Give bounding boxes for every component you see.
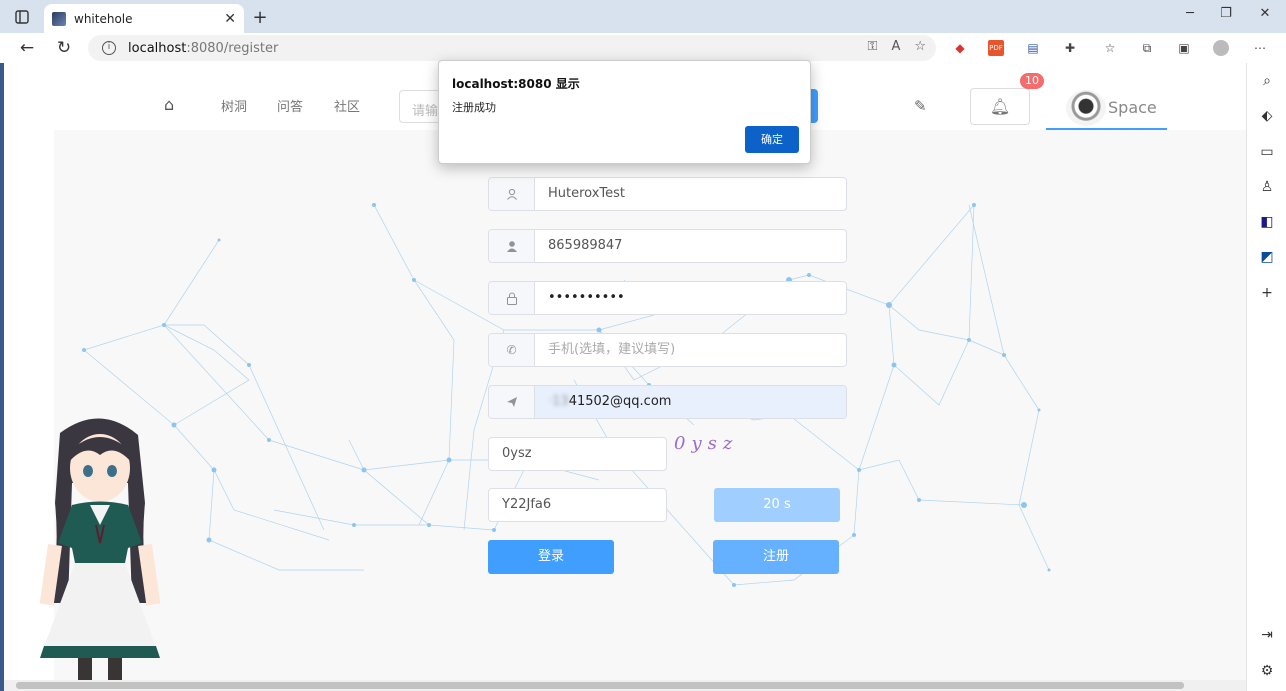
user-avatar bbox=[1066, 89, 1106, 126]
browser-window: whitehole ✕ + ─ ❐ ✕ ← ↻ i localhost:8080… bbox=[0, 0, 1286, 691]
address-bar[interactable]: i localhost:8080/register ⚿ A ☆ bbox=[88, 35, 936, 61]
email-blurred-part: ·13 bbox=[548, 394, 569, 409]
profile-avatar[interactable] bbox=[1213, 40, 1229, 56]
captcha-input[interactable]: 0ysz bbox=[488, 437, 667, 471]
nav-treehole[interactable]: 树洞 bbox=[221, 96, 247, 115]
minimize-button[interactable]: ─ bbox=[1175, 6, 1205, 21]
tag-icon[interactable]: ⬖ bbox=[1257, 106, 1277, 126]
email-visible-part: 41502@qq.com bbox=[568, 394, 672, 409]
account-field[interactable]: 865989847 bbox=[488, 229, 847, 263]
extensions-puzzle-icon[interactable]: ✚ bbox=[1062, 40, 1078, 56]
password-field[interactable]: •••••••••• bbox=[488, 281, 847, 315]
captcha-image[interactable]: 0ysz bbox=[674, 433, 770, 463]
pdf-extension-icon[interactable]: PDF bbox=[988, 40, 1004, 56]
nav-qa[interactable]: 问答 bbox=[277, 96, 303, 115]
key-icon[interactable]: ⚿ bbox=[868, 39, 878, 54]
back-button[interactable]: ← bbox=[14, 36, 40, 60]
countdown-button[interactable]: 20 s bbox=[714, 488, 840, 522]
dialog-title: localhost:8080 显示 bbox=[452, 77, 580, 91]
title-bar: whitehole ✕ + ─ ❐ ✕ bbox=[0, 0, 1286, 33]
email-value[interactable]: ·1341502@qq.com bbox=[535, 386, 846, 418]
write-post-icon[interactable]: ✎ bbox=[914, 97, 927, 115]
notification-badge: 10 bbox=[1020, 73, 1044, 89]
email-field[interactable]: ·1341502@qq.com bbox=[488, 385, 847, 419]
user-solid-icon bbox=[489, 230, 535, 262]
space-label: Space bbox=[1108, 98, 1157, 117]
new-tab-button[interactable]: + bbox=[250, 7, 270, 28]
read-aloud-icon[interactable]: A bbox=[891, 39, 900, 54]
hide-sidebar-icon[interactable]: ⇥ bbox=[1257, 625, 1277, 645]
refresh-button[interactable]: ↻ bbox=[51, 36, 77, 60]
notifications-button[interactable]: 🔔︎ bbox=[970, 88, 1030, 125]
tab-title: whitehole bbox=[74, 11, 133, 26]
username-field[interactable]: HuteroxTest bbox=[488, 177, 847, 211]
tab-close-icon[interactable]: ✕ bbox=[224, 11, 236, 27]
dialog-message: 注册成功 bbox=[452, 101, 496, 114]
nav-community[interactable]: 社区 bbox=[334, 96, 360, 115]
more-menu-icon[interactable]: ⋯ bbox=[1252, 40, 1268, 56]
extension-red-icon[interactable]: ◆ bbox=[952, 40, 968, 56]
toolbox-icon[interactable]: ▭ bbox=[1257, 142, 1277, 162]
lock-icon bbox=[489, 282, 535, 314]
tab-actions-button[interactable] bbox=[6, 4, 38, 30]
tab-favicon bbox=[52, 11, 66, 26]
user-outline-icon bbox=[489, 178, 535, 210]
live2d-mascot[interactable] bbox=[20, 413, 180, 680]
browser-toolbar: ← ↻ i localhost:8080/register ⚿ A ☆ ◆ PD… bbox=[0, 33, 1286, 63]
outlook-icon[interactable]: ◩ bbox=[1257, 247, 1277, 267]
dialog-ok-button[interactable]: 确定 bbox=[745, 126, 799, 153]
login-button[interactable]: 登录 bbox=[488, 540, 614, 574]
screenshot-icon[interactable]: ▣ bbox=[1176, 40, 1192, 56]
people-icon[interactable]: ♙ bbox=[1257, 177, 1277, 197]
extension-blue-icon[interactable]: ▤ bbox=[1025, 40, 1041, 56]
collections-icon[interactable]: ⧉ bbox=[1139, 40, 1155, 56]
password-value[interactable]: •••••••••• bbox=[535, 282, 846, 314]
settings-gear-icon[interactable]: ⚙ bbox=[1257, 661, 1277, 681]
username-value[interactable]: HuteroxTest bbox=[535, 178, 846, 210]
add-icon[interactable]: + bbox=[1257, 283, 1277, 303]
email-code-input[interactable]: Y22Jfa6 bbox=[488, 488, 667, 522]
favorites-icon[interactable]: ☆ bbox=[1102, 40, 1118, 56]
horizontal-scrollbar[interactable] bbox=[4, 680, 1246, 691]
phone-placeholder[interactable]: 手机(选填，建议填写) bbox=[535, 334, 846, 366]
maximize-button[interactable]: ❐ bbox=[1211, 6, 1241, 21]
scrollbar-thumb[interactable] bbox=[16, 682, 1184, 689]
account-value[interactable]: 865989847 bbox=[535, 230, 846, 262]
close-window-button[interactable]: ✕ bbox=[1250, 6, 1280, 21]
phone-field[interactable]: ✆ 手机(选填，建议填写) bbox=[488, 333, 847, 367]
browser-tab[interactable]: whitehole ✕ bbox=[44, 4, 244, 33]
register-button[interactable]: 注册 bbox=[713, 540, 839, 574]
alert-dialog: localhost:8080 显示 注册成功 确定 bbox=[438, 60, 811, 164]
home-icon[interactable]: ⌂ bbox=[164, 95, 174, 114]
office-icon[interactable]: ◧ bbox=[1257, 212, 1277, 232]
phone-icon: ✆ bbox=[489, 334, 535, 366]
edge-sidebar: ⌕ ⬖ ▭ ♙ ◧ ◩ + ⇥ ⚙ bbox=[1246, 63, 1286, 691]
url-path: :8080/register bbox=[186, 40, 279, 56]
site-info-icon[interactable]: i bbox=[102, 41, 116, 55]
url-host: localhost bbox=[128, 40, 187, 56]
tab-actions-icon bbox=[15, 10, 29, 24]
send-icon bbox=[489, 386, 535, 418]
favorite-star-icon[interactable]: ☆ bbox=[914, 39, 926, 54]
space-link[interactable]: Space bbox=[1046, 87, 1167, 130]
bell-icon: 🔔︎ bbox=[989, 97, 1011, 116]
search-icon[interactable]: ⌕ bbox=[1257, 71, 1277, 91]
